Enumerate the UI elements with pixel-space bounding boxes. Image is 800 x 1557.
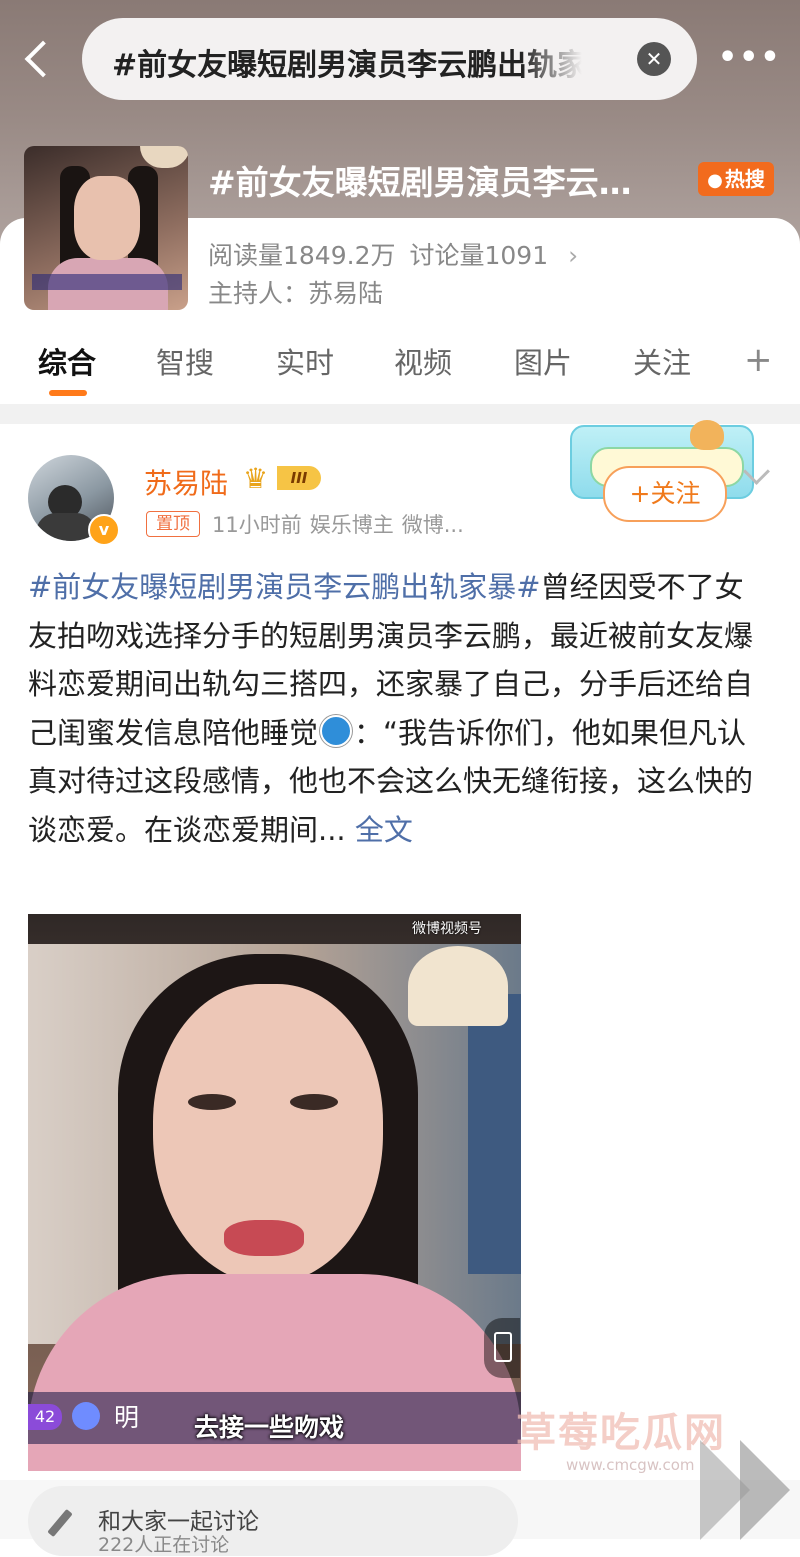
author-name[interactable]: 苏易陆 — [144, 462, 228, 502]
more-icon[interactable]: ••• — [718, 40, 780, 80]
clear-icon[interactable]: ✕ — [637, 42, 671, 76]
tab-overview[interactable]: 综合 — [38, 340, 96, 382]
discussion-count: 讨论量1091 — [409, 241, 549, 270]
video-subtitle: 去接一些吻戏 — [194, 1413, 345, 1442]
rotate-screen-icon[interactable] — [484, 1318, 520, 1378]
hot-badge-label: 热搜 — [724, 167, 765, 191]
search-bar[interactable]: #前女友曝短剧男演员李云鹏出轨家 ✕ — [82, 18, 697, 100]
back-icon[interactable] — [20, 38, 60, 82]
active-tab-indicator — [49, 390, 87, 396]
live-level-badge: 42 — [28, 1404, 62, 1430]
follow-button[interactable]: +关注 — [603, 466, 727, 522]
full-text-link[interactable]: 全文 — [355, 813, 413, 847]
video-player[interactable]: 微博视频号 42 明 去接一些吻戏 — [28, 914, 521, 1471]
read-count: 阅读量1849.2万 — [208, 241, 396, 270]
topic-thumbnail[interactable] — [24, 146, 188, 310]
tab-realtime[interactable]: 实时 — [276, 340, 334, 382]
crown-icon: ♛ — [243, 462, 269, 495]
level-badge[interactable]: III — [277, 466, 321, 490]
discuss-button[interactable]: 和大家一起讨论 222人正在讨论 — [28, 1486, 518, 1556]
discuss-subtitle: 222人正在讨论 — [98, 1534, 230, 1556]
fan-badge-icon — [72, 1402, 100, 1430]
section-divider — [0, 404, 800, 424]
author-role: 娱乐博主 — [309, 513, 394, 537]
hot-search-badge[interactable]: ● 热搜 — [698, 162, 774, 196]
post-text: #前女友曝短剧男演员李云鹏出轨家暴#曾经因受不了女友拍吻戏选择分手的短剧男演员李… — [28, 563, 764, 855]
post-meta: 11小时前 娱乐博主 微博... — [212, 509, 472, 539]
doraemon-emoji-icon — [320, 714, 353, 747]
hashtag-link[interactable]: #前女友曝短剧男演员李云鹏出轨家暴# — [28, 570, 541, 604]
site-watermark: 草莓吃瓜网 — [516, 1410, 726, 1456]
tab-following[interactable]: 关注 — [633, 340, 691, 382]
post-time: 11小时前 — [212, 513, 302, 537]
topic-host[interactable]: 主持人：苏易陆 — [208, 274, 383, 310]
pinned-badge: 置顶 — [146, 511, 200, 537]
chevron-right-icon: › — [568, 241, 579, 270]
video-watermark: 微博视频号 — [412, 921, 482, 937]
pencil-icon — [47, 1508, 73, 1538]
search-input[interactable]: #前女友曝短剧男演员李云鹏出轨家 — [112, 40, 582, 80]
live-username: 明 — [114, 1403, 140, 1432]
tab-images[interactable]: 图片 — [514, 340, 572, 382]
tab-bar: 综合 智搜 实时 视频 图片 关注 — [0, 340, 800, 400]
hot-icon: ● — [707, 170, 723, 191]
tab-video[interactable]: 视频 — [394, 340, 452, 382]
verified-icon: v — [88, 514, 120, 546]
dog-icon — [690, 420, 724, 450]
tab-smart-search[interactable]: 智搜 — [156, 340, 214, 382]
topic-stats[interactable]: 阅读量1849.2万 讨论量1091 › — [208, 236, 592, 272]
watermark-arrows-icon — [700, 1420, 790, 1540]
topic-title: #前女友曝短剧男演员李云… — [208, 163, 632, 202]
add-tab-icon[interactable]: + — [744, 340, 773, 380]
post-source: 微博... — [401, 513, 464, 537]
site-watermark-url: www.cmcgw.com — [566, 1456, 695, 1474]
